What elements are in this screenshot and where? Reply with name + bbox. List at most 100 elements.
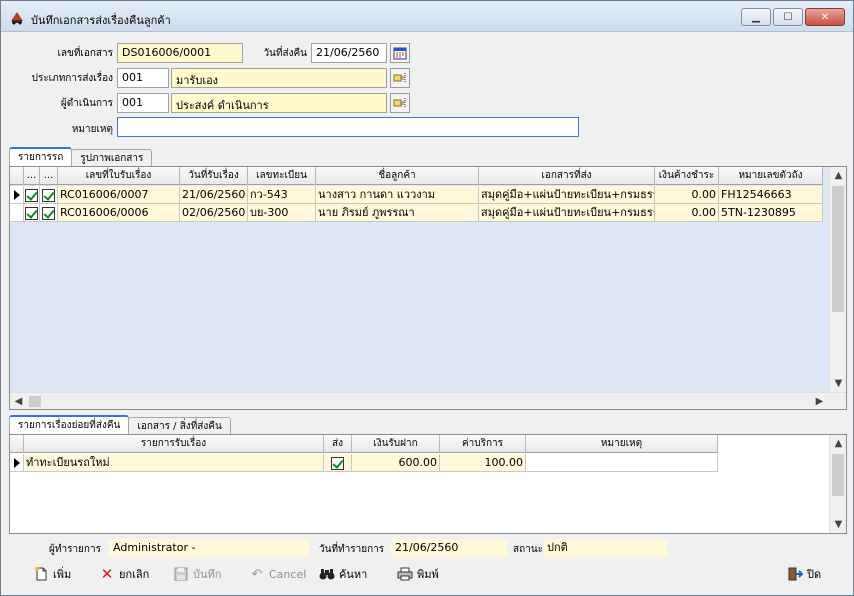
lookup-hand-icon bbox=[393, 73, 406, 83]
cell-remark[interactable] bbox=[526, 454, 718, 472]
tab-sub-items[interactable]: รายการเรื่องย่อยที่ส่งคืน bbox=[9, 415, 130, 434]
maximize-button[interactable]: ☐ bbox=[773, 8, 803, 26]
cell-customer[interactable]: นางสาว กานดา แววงาม bbox=[316, 186, 479, 204]
cancel-document-button[interactable]: ✕ ยกเลิก bbox=[95, 561, 153, 587]
header-form: เลขที่เอกสาร DS016006/0001 วันที่ส่งคืน … bbox=[9, 34, 847, 146]
scroll-up-icon[interactable]: ▲ bbox=[830, 167, 846, 184]
scroll-right-icon[interactable]: ▶ bbox=[811, 393, 828, 409]
sub-grid-vscrollbar[interactable]: ▲ ▼ bbox=[829, 435, 846, 533]
col-sent[interactable]: ส่ง bbox=[324, 435, 352, 453]
cell-outstanding[interactable]: 0.00 bbox=[655, 204, 719, 222]
tab-returned-docs[interactable]: เอกสาร / สิ่งที่ส่งคืน bbox=[128, 417, 231, 434]
cell-service-fee[interactable]: 100.00 bbox=[440, 454, 526, 472]
trans-date-label: วันที่ทำรายการ bbox=[319, 544, 385, 555]
scroll-up-icon[interactable]: ▲ bbox=[830, 435, 846, 452]
cell-customer[interactable]: นาย ภิรมย์ ภูพรรณา bbox=[316, 204, 479, 222]
operator-lookup-button[interactable] bbox=[390, 93, 410, 113]
print-button[interactable]: พิมพ์ bbox=[393, 561, 443, 587]
cell-receipt-date[interactable]: 02/06/2560 bbox=[180, 204, 248, 222]
send-date-field[interactable]: 21/06/2560 bbox=[311, 43, 387, 63]
checkbox-checked-icon bbox=[25, 207, 38, 220]
cell-outstanding[interactable]: 0.00 bbox=[655, 186, 719, 204]
delete-x-icon: ✕ bbox=[100, 565, 114, 583]
cancel-label: Cancel bbox=[269, 567, 307, 581]
cell-receipt-no[interactable]: RC016006/0006 bbox=[58, 204, 180, 222]
row-indicator-icon bbox=[10, 454, 24, 472]
cell-sent[interactable] bbox=[324, 454, 352, 472]
col-outstanding[interactable]: เงินค้างชำระ bbox=[655, 167, 719, 185]
checkbox-checked-icon bbox=[331, 457, 344, 470]
cell-plate[interactable]: กว-543 bbox=[248, 186, 316, 204]
cell-documents[interactable]: สมุดคู่มือ+แผ่นป้ายทะเบียน+กรมธรรม์ bbox=[479, 204, 655, 222]
col-item[interactable]: รายการรับเรื่อง bbox=[24, 435, 324, 453]
operator-label: ผู้ดำเนินการ bbox=[60, 98, 113, 109]
row-check-2[interactable] bbox=[40, 204, 58, 222]
col-check-1[interactable]: ... bbox=[24, 167, 40, 185]
col-remark[interactable]: หมายเหตุ bbox=[526, 435, 718, 453]
tab-doc-images[interactable]: รูปภาพเอกสาร bbox=[71, 149, 153, 166]
scroll-down-icon[interactable]: ▼ bbox=[830, 516, 846, 533]
cell-plate[interactable]: บย-300 bbox=[248, 204, 316, 222]
new-document-icon bbox=[33, 566, 49, 582]
scroll-thumb[interactable] bbox=[832, 454, 844, 496]
send-type-lookup-button[interactable] bbox=[390, 68, 410, 88]
creator-label: ผู้ทำรายการ bbox=[49, 544, 101, 555]
doc-no-field[interactable]: DS016006/0001 bbox=[117, 43, 243, 63]
tab-car-list[interactable]: รายการรถ bbox=[9, 147, 73, 166]
save-label: บันทึก bbox=[193, 568, 222, 581]
col-chassis[interactable]: หมายเลขตัวถัง bbox=[719, 167, 823, 185]
cell-deposit[interactable]: 600.00 bbox=[352, 454, 440, 472]
save-button[interactable]: บันทึก bbox=[169, 561, 225, 587]
cell-chassis[interactable]: FH12546663 bbox=[719, 186, 823, 204]
close-window-button[interactable]: ✕ bbox=[805, 8, 845, 26]
col-plate[interactable]: เลขทะเบียน bbox=[248, 167, 316, 185]
minimize-button[interactable]: ▁ bbox=[741, 8, 771, 26]
checkbox-checked-icon bbox=[42, 207, 55, 220]
cell-receipt-no[interactable]: RC016006/0007 bbox=[58, 186, 180, 204]
cell-chassis[interactable]: 5TN-1230895 bbox=[719, 204, 823, 222]
col-indicator bbox=[10, 435, 24, 453]
col-receipt-no[interactable]: เลขที่ใบรับเรื่อง bbox=[58, 167, 180, 185]
cancel-button[interactable]: ↶ Cancel bbox=[245, 561, 310, 587]
col-check-2[interactable]: ... bbox=[40, 167, 58, 185]
scroll-left-icon[interactable]: ◀ bbox=[10, 393, 27, 409]
operator-code-field[interactable]: 001 bbox=[117, 93, 169, 113]
title-bar: บันทึกเอกสารส่งเรื่องคืนลูกค้า ▁ ☐ ✕ bbox=[1, 1, 853, 32]
row-check-1[interactable] bbox=[24, 186, 40, 204]
add-button[interactable]: เพิ่ม bbox=[29, 561, 75, 587]
send-type-code-field[interactable]: 001 bbox=[117, 68, 169, 88]
remark-input[interactable] bbox=[117, 117, 579, 137]
printer-icon bbox=[397, 566, 413, 582]
scroll-thumb[interactable] bbox=[29, 396, 41, 407]
print-label: พิมพ์ bbox=[417, 568, 439, 581]
table-row[interactable]: ทำทะเบียนรถใหม่ 600.00 100.00 bbox=[10, 454, 718, 472]
col-deposit[interactable]: เงินรับฝาก bbox=[352, 435, 440, 453]
row-check-1[interactable] bbox=[24, 204, 40, 222]
save-disk-icon bbox=[173, 566, 189, 582]
calendar-button[interactable] bbox=[390, 43, 410, 63]
binoculars-icon bbox=[319, 566, 335, 582]
col-receipt-date[interactable]: วันที่รับเรื่อง bbox=[180, 167, 248, 185]
cell-receipt-date[interactable]: 21/06/2560 bbox=[180, 186, 248, 204]
cancel-document-label: ยกเลิก bbox=[119, 568, 150, 581]
car-grid: ... ... เลขที่ใบรับเรื่อง วันที่รับเรื่อ… bbox=[9, 166, 847, 410]
top-tab-strip: รายการรถ รูปภาพเอกสาร bbox=[9, 147, 153, 166]
car-grid-hscrollbar[interactable]: ◀ ▶ bbox=[10, 392, 846, 409]
trans-date-value: 21/06/2560 bbox=[391, 539, 507, 557]
checkbox-checked-icon bbox=[42, 189, 55, 202]
table-row[interactable]: RC016006/0006 02/06/2560 บย-300 นาย ภิรม… bbox=[10, 204, 823, 222]
scroll-thumb[interactable] bbox=[832, 186, 844, 312]
table-row[interactable]: RC016006/0007 21/06/2560 กว-543 นางสาว ก… bbox=[10, 186, 823, 204]
col-service-fee[interactable]: ค่าบริการ bbox=[440, 435, 526, 453]
close-button[interactable]: ปิด bbox=[783, 561, 825, 587]
search-button[interactable]: ค้นหา bbox=[315, 561, 371, 587]
col-documents[interactable]: เอกสารที่ส่ง bbox=[479, 167, 655, 185]
col-customer[interactable]: ชื่อลูกค้า bbox=[316, 167, 479, 185]
cell-item[interactable]: ทำทะเบียนรถใหม่ bbox=[24, 454, 324, 472]
doc-no-label: เลขที่เอกสาร bbox=[57, 48, 113, 59]
cell-documents[interactable]: สมุดคู่มือ+แผ่นป้ายทะเบียน+กรมธรรม์ bbox=[479, 186, 655, 204]
operator-name-field: ประสงค์ ดำเนินการ bbox=[171, 93, 387, 113]
car-grid-vscrollbar[interactable]: ▲ ▼ bbox=[829, 167, 846, 392]
scroll-down-icon[interactable]: ▼ bbox=[830, 375, 846, 392]
row-check-2[interactable] bbox=[40, 186, 58, 204]
